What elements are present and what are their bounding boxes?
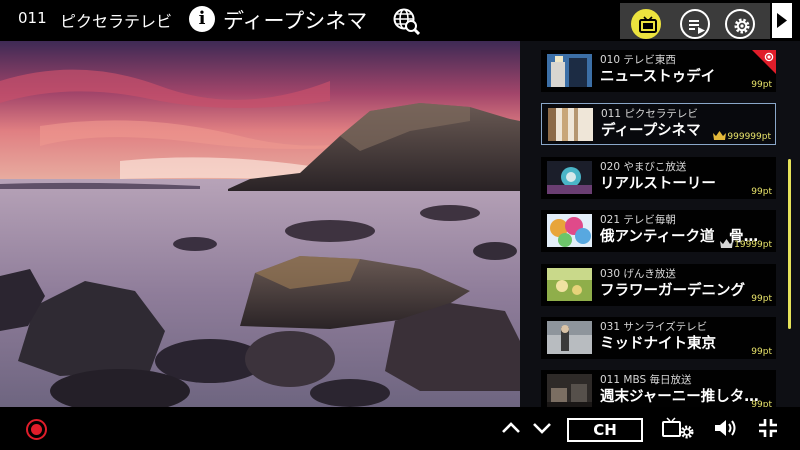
points-value: 999999pt [713,131,771,142]
channel-item-011-mbs[interactable]: 011 MBS 毎日放送 週末ジャーニー推しタビ… 99pt [541,370,776,407]
chevron-down-icon[interactable] [531,417,553,439]
program-title: リアルストーリー [600,176,716,192]
crown-icon [720,239,734,248]
program-thumbnail [548,108,593,141]
record-icon[interactable] [26,419,47,440]
channel-list: 010 テレビ東西 ニューストゥデイ 99pt 011 ピクセラテレビ ディープ… [520,41,800,407]
info-icon[interactable]: i [189,6,215,32]
channel-item-031[interactable]: 031 サンライズテレビ ミッドナイト東京 99pt [541,317,776,359]
bottom-bar: CH [0,407,800,450]
video-player[interactable] [0,41,520,407]
current-program-title: ディープシネマ [223,9,368,33]
program-title: フラワーガーデニング [600,283,745,299]
top-bar: 011 ピクセラテレビ i ディープシネマ [0,0,800,41]
program-thumbnail [547,161,592,194]
program-thumbnail [547,268,592,301]
points-value: 99pt [751,80,772,90]
program-title: ミッドナイト東京 [600,336,716,352]
program-title: 週末ジャーニー推しタビ… [600,389,760,405]
current-channel-name: ピクセラテレビ [60,12,173,31]
program-thumbnail [547,374,592,407]
channel-button[interactable]: CH [567,418,643,442]
tv-settings-icon[interactable] [662,417,696,441]
video-frame-seascape [0,41,520,407]
tv-icon [639,16,657,33]
channel-item-021[interactable]: 021 テレビ毎朝 俄アンティーク道 骨董… 19999pt [541,210,776,252]
channel-item-030[interactable]: 030 げんき放送 フラワーガーデニング 99pt [541,264,776,306]
channel-list-scrollbar[interactable] [788,159,791,329]
playlist-play-icon [689,20,705,34]
current-channel-number: 011 [18,9,47,27]
triangle-right-icon [777,13,787,28]
playlist-button[interactable] [680,9,710,39]
globe-search-icon[interactable] [392,7,420,35]
points-value: 99pt [751,400,772,407]
settings-button[interactable] [725,9,755,39]
points-text: 19999pt [734,240,772,250]
program-thumbnail [547,321,592,354]
gear-icon [734,18,750,34]
expand-panel-button[interactable] [772,3,792,38]
points-value: 99pt [751,347,772,357]
program-thumbnail [547,214,592,247]
volume-icon[interactable] [713,417,741,439]
top-right-buttons [620,3,770,39]
program-thumbnail [547,54,592,87]
points-value: 99pt [751,187,772,197]
chevron-up-icon[interactable] [500,417,522,439]
points-value: 99pt [751,294,772,304]
channel-item-010[interactable]: 010 テレビ東西 ニューストゥデイ 99pt [541,50,776,92]
program-title: ニューストゥデイ [600,69,716,85]
shrink-icon[interactable] [757,417,779,439]
channel-item-011[interactable]: 011 ピクセラテレビ ディープシネマ 999999pt [541,103,776,145]
points-value: 19999pt [720,239,772,250]
recording-badge-icon [752,50,776,74]
crown-icon [713,131,727,140]
points-text: 999999pt [727,132,771,142]
channel-item-020[interactable]: 020 やまびこ放送 リアルストーリー 99pt [541,157,776,199]
tv-button[interactable] [631,9,661,39]
